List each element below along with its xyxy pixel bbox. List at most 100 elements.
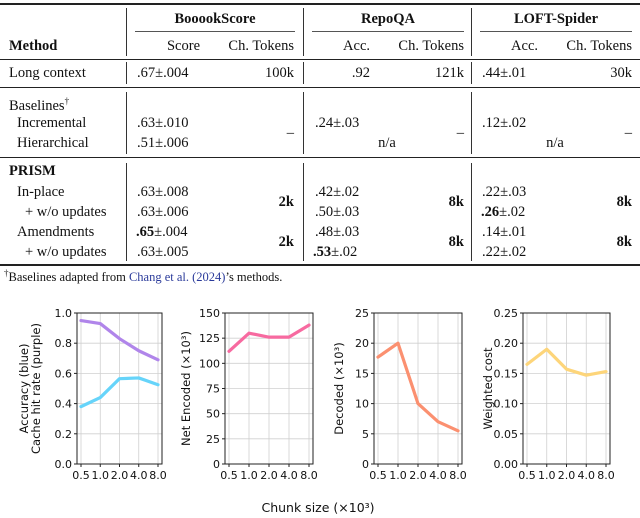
column-divider [126, 163, 127, 261]
y-tick-label: 10 [355, 398, 369, 411]
y-tick-label: 0.15 [494, 367, 519, 380]
row-group-prism: PRISM [9, 163, 56, 179]
footnote-text: Baselines adapted from [8, 270, 129, 285]
cell-value: .63±.010 [137, 115, 189, 131]
row-label-in-place-wo-updates: + w/o updates [25, 204, 107, 220]
cell-value: .44±.01 [482, 65, 527, 81]
y-axis-label: Weighted cost [481, 347, 495, 429]
x-tick-label: 1.0 [538, 469, 556, 482]
shared-x-axis-label: Chunk size (×10³) [261, 500, 374, 515]
footnote-text: ’s methods. [225, 270, 283, 285]
group-header-booookscore: BooookScore [174, 11, 256, 27]
baselines-label: Baselines [9, 97, 65, 114]
cell-tokens: 2k [278, 234, 294, 250]
column-divider [471, 163, 472, 261]
cell-value: .63±.008 [137, 184, 189, 200]
cell-dash: – [456, 125, 464, 141]
cell-value: 30k [610, 65, 632, 81]
subheader-ch-tokens: Ch. Tokens [398, 38, 464, 54]
std-value: ±.02 [499, 204, 526, 220]
y-tick-label: 125 [199, 332, 220, 345]
x-tick-label: 1.0 [92, 469, 110, 482]
cell-value: .63±.006 [137, 204, 189, 220]
subheader-acc: Acc. [511, 38, 538, 54]
column-divider [126, 8, 127, 56]
column-divider [303, 163, 304, 261]
citation-link[interactable]: Chang et al. (2024) [129, 270, 226, 284]
cell-value: .63±.005 [137, 244, 189, 260]
y-tick-label: 25 [355, 307, 369, 320]
chart-panel: 0 5 10 15 20 25 0.5 1.0 2.0 4.0 8.0 Decoded (×10³) [332, 307, 467, 482]
cell-tokens: 8k [616, 234, 632, 250]
x-tick-label: 2.0 [260, 469, 278, 482]
cell-value: .22±.02 [482, 244, 527, 260]
dagger-mark: † [64, 96, 70, 106]
y-tick-label: 5 [362, 428, 369, 441]
y-tick-label: 0.0 [55, 458, 73, 471]
x-tick-label: 1.0 [240, 469, 258, 482]
cmid-rule [135, 31, 295, 32]
cell-value: .48±.03 [315, 224, 360, 240]
cell-value: .12±.02 [482, 115, 527, 131]
y-tick-label: 0.2 [55, 428, 73, 441]
series-line-accuracy [79, 376, 160, 409]
x-tick-label: 8.0 [300, 469, 318, 482]
cell-value-best: .26±.02 [481, 203, 525, 221]
cell-value: 100k [265, 65, 294, 81]
method-header: Method [9, 38, 58, 54]
y-tick-label: 0 [213, 458, 220, 471]
y-tick-label: 1.0 [55, 307, 73, 320]
y-tick-label: 0.6 [55, 367, 73, 380]
plot-frame [76, 312, 163, 465]
cmid-rule [312, 31, 464, 32]
y-axis-label: Decoded (×10³) [332, 342, 346, 434]
column-divider [303, 62, 304, 84]
y-tick-label: 0.4 [55, 398, 73, 411]
header-rule [0, 59, 640, 60]
cell-value: .24±.03 [315, 115, 360, 131]
x-tick-label: 4.0 [578, 469, 596, 482]
section-rule [0, 157, 640, 158]
y-tick-label: 0.05 [494, 428, 519, 441]
cell-dash: – [624, 125, 632, 141]
cell-value: .14±.01 [482, 224, 527, 240]
bold-value: .26 [481, 204, 500, 220]
y-tick-label: 20 [355, 337, 369, 350]
series-line-decoded [376, 341, 460, 433]
cell-value: .67±.004 [137, 65, 189, 81]
row-label-amendments-wo-updates: + w/o updates [25, 244, 107, 260]
y-tick-label: 0.00 [494, 458, 519, 471]
cell-value: .50±.03 [315, 204, 360, 220]
x-tick-label: 1.0 [389, 469, 407, 482]
cell-value: .42±.02 [315, 184, 360, 200]
cell-value: .22±.03 [482, 184, 527, 200]
row-label-hierarchical: Hierarchical [17, 135, 89, 151]
bold-value: .53 [313, 244, 332, 260]
footnote: †Baselines adapted from Chang et al. (20… [4, 268, 282, 285]
group-header-repoqa: RepoQA [361, 11, 415, 27]
x-tick-label: 4.0 [280, 469, 298, 482]
subheader-score: Score [166, 38, 200, 54]
y-tick-label: 100 [199, 357, 220, 370]
y-tick-label: 0.10 [494, 398, 519, 411]
plot-frame [373, 312, 463, 465]
subheader-ch-tokens: Ch. Tokens [566, 38, 632, 54]
column-divider [471, 8, 472, 56]
x-tick-label: 2.0 [111, 469, 129, 482]
chart-panel: 0 25 50 75 100 125 150 0.5 1.0 2.0 4.0 8.0 Net Encod… [179, 307, 318, 482]
row-label-long-context: Long context [9, 65, 86, 81]
column-divider [303, 92, 304, 154]
series-line-net-encoded [227, 323, 311, 353]
y-tick-label: 15 [355, 367, 369, 380]
chart-panel: 0.00 0.05 0.10 0.15 0.20 0.25 0.5 1.0 2.0 4.0 8.0 W… [481, 307, 615, 482]
cell-tokens: 8k [448, 234, 464, 250]
x-tick-label: 2.0 [558, 469, 576, 482]
cell-tokens: 8k [616, 194, 632, 210]
std-value: ±.02 [331, 244, 358, 260]
cell-value: .51±.006 [137, 135, 189, 151]
group-header-loft-spider: LOFT-Spider [513, 11, 599, 27]
y-tick-label: 75 [206, 383, 220, 396]
section-rule [0, 87, 640, 88]
x-tick-label: 4.0 [130, 469, 148, 482]
subheader-acc: Acc. [343, 38, 370, 54]
